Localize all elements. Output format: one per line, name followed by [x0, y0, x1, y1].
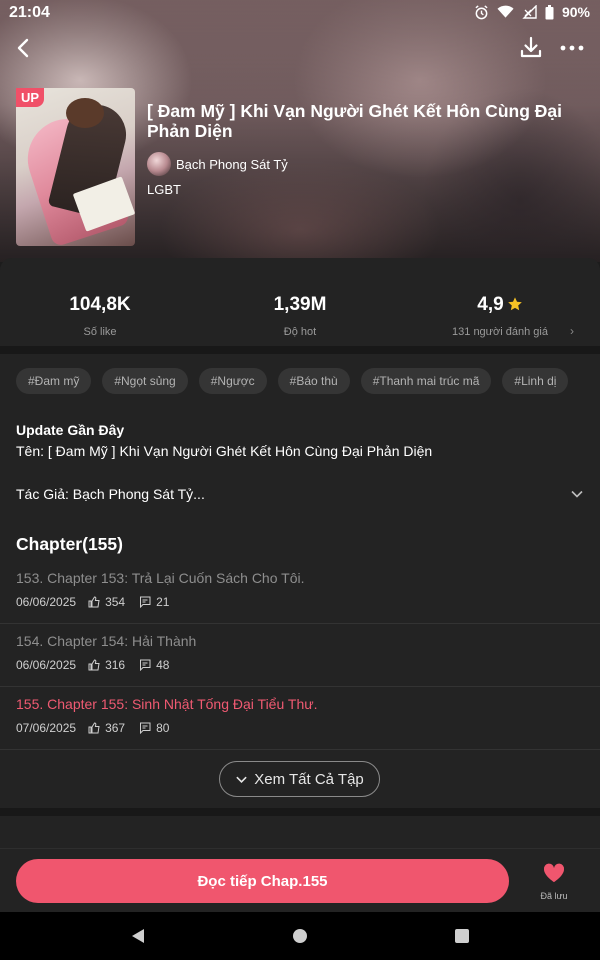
author-name: Bạch Phong Sát Tỷ — [176, 156, 288, 172]
chevron-right-icon[interactable]: › — [570, 324, 574, 338]
battery-icon — [545, 4, 554, 19]
tag-list: #Đam mỹ #Ngọt sủng #Ngược #Báo thù #Than… — [16, 368, 569, 394]
system-nav-bar — [0, 912, 600, 960]
chapter-title: 155. Chapter 155: Sinh Nhật Tống Đại Tiể… — [16, 696, 318, 712]
chapter-title: 154. Chapter 154: Hải Thành — [16, 633, 197, 649]
stat-rating[interactable]: 4,9 131 người đánh giá — [440, 294, 560, 338]
chevron-down-icon — [236, 776, 247, 783]
rating-value: 4,9 — [477, 294, 504, 315]
chapter-likes: 316 — [105, 658, 126, 672]
status-icons: 90% — [474, 4, 590, 20]
chapter-row[interactable]: 154. Chapter 154: Hải Thành 06/06/2025 3… — [0, 624, 600, 687]
alarm-icon — [475, 4, 488, 19]
more-options-button[interactable] — [558, 34, 586, 62]
battery-percent: 90% — [561, 4, 590, 20]
download-icon — [520, 36, 542, 58]
chapter-comments: 48 — [156, 658, 170, 672]
chapter-meta: 07/06/2025 367 80 — [16, 721, 183, 735]
chevron-down-icon[interactable] — [570, 487, 584, 501]
stats-row: 104,8K Số like 1,39M Độ hot 4,9 131 ngườ… — [0, 258, 600, 346]
hot-value: 1,39M — [273, 294, 327, 315]
chapter-date: 06/06/2025 — [16, 658, 77, 672]
chapter-likes: 354 — [105, 595, 126, 609]
hot-label: Độ hot — [283, 326, 317, 338]
signal-icon — [522, 5, 537, 19]
download-button[interactable] — [518, 34, 544, 62]
author-avatar — [147, 152, 171, 176]
section-divider — [0, 346, 600, 354]
saved-label: Đã lưu — [540, 891, 568, 901]
chapter-row[interactable]: 153. Chapter 153: Trả Lại Cuốn Sách Cho … — [0, 561, 600, 624]
nav-back-icon[interactable] — [130, 928, 146, 944]
tag-chip[interactable]: #Ngược — [198, 368, 267, 394]
chapter-comments: 80 — [156, 721, 170, 735]
continue-reading-button[interactable]: Đọc tiếp Chap.155 — [16, 859, 509, 903]
star-icon — [507, 297, 522, 311]
stat-likes: 104,8K Số like — [50, 294, 150, 338]
top-bar — [0, 30, 600, 66]
see-all-label: Xem Tất Cả Tập — [254, 770, 364, 788]
chapter-meta: 06/06/2025 316 48 — [16, 658, 183, 672]
status-time: 21:04 — [9, 4, 50, 21]
tag-chip[interactable]: #Ngọt sủng — [102, 368, 188, 394]
up-badge: UP — [16, 88, 45, 107]
thumbs-up-icon — [88, 659, 100, 671]
author-row[interactable]: Bạch Phong Sát Tỷ — [147, 152, 288, 176]
saved-button[interactable]: Đã lưu — [534, 863, 574, 901]
chapter-likes: 367 — [105, 721, 126, 735]
status-bar: 21:04 90% — [0, 0, 600, 26]
tag-chip[interactable]: #Linh dị — [502, 368, 569, 394]
comic-cover-image[interactable] — [16, 88, 135, 246]
comment-icon — [140, 596, 151, 608]
chapter-row[interactable]: 155. Chapter 155: Sinh Nhật Tống Đại Tiể… — [0, 687, 600, 750]
description-author-line: Tác Giả: Bạch Phong Sát Tỷ... — [16, 486, 205, 502]
bottom-action-bar: Đọc tiếp Chap.155 Đã lưu — [0, 848, 600, 912]
thumbs-up-icon — [88, 596, 100, 608]
chapter-comments: 21 — [156, 595, 170, 609]
thumbs-up-icon — [88, 722, 100, 734]
tag-chip[interactable]: #Đam mỹ — [16, 368, 92, 394]
chapter-date: 07/06/2025 — [16, 721, 77, 735]
see-all-chapters-button[interactable]: Xem Tất Cả Tập — [219, 761, 380, 797]
comment-icon — [140, 659, 151, 671]
wifi-icon — [497, 5, 514, 18]
chapter-meta: 06/06/2025 354 21 — [16, 595, 183, 609]
comic-title: [ Đam Mỹ ] Khi Vạn Người Ghét Kết Hôn Cù… — [147, 101, 562, 141]
more-icon — [560, 45, 584, 51]
comment-icon — [140, 722, 151, 734]
section-divider — [0, 808, 600, 816]
tag-chip[interactable]: #Báo thù — [277, 368, 350, 394]
description-name-line: Tên: [ Đam Mỹ ] Khi Vạn Người Ghét Kết H… — [16, 443, 433, 459]
back-arrow-icon — [17, 38, 29, 58]
back-button[interactable] — [10, 34, 36, 62]
description-title: Update Gần Đây — [16, 422, 125, 438]
detail-panel: 104,8K Số like 1,39M Độ hot 4,9 131 ngườ… — [0, 258, 600, 858]
tag-chip[interactable]: #Thanh mai trúc mã — [360, 368, 492, 394]
chapter-date: 06/06/2025 — [16, 595, 77, 609]
likes-value: 104,8K — [69, 294, 131, 315]
chapter-title: 153. Chapter 153: Trả Lại Cuốn Sách Cho … — [16, 570, 305, 586]
nav-home-icon[interactable] — [293, 929, 307, 943]
genre-label[interactable]: LGBT — [147, 182, 181, 197]
nav-recents-icon[interactable] — [455, 929, 469, 943]
chapter-count-heading: Chapter(155) — [16, 534, 123, 554]
heart-icon — [543, 863, 565, 883]
likes-label: Số like — [83, 326, 117, 338]
stat-hot: 1,39M Độ hot — [250, 294, 350, 338]
rating-label: 131 người đánh giá — [452, 326, 548, 338]
